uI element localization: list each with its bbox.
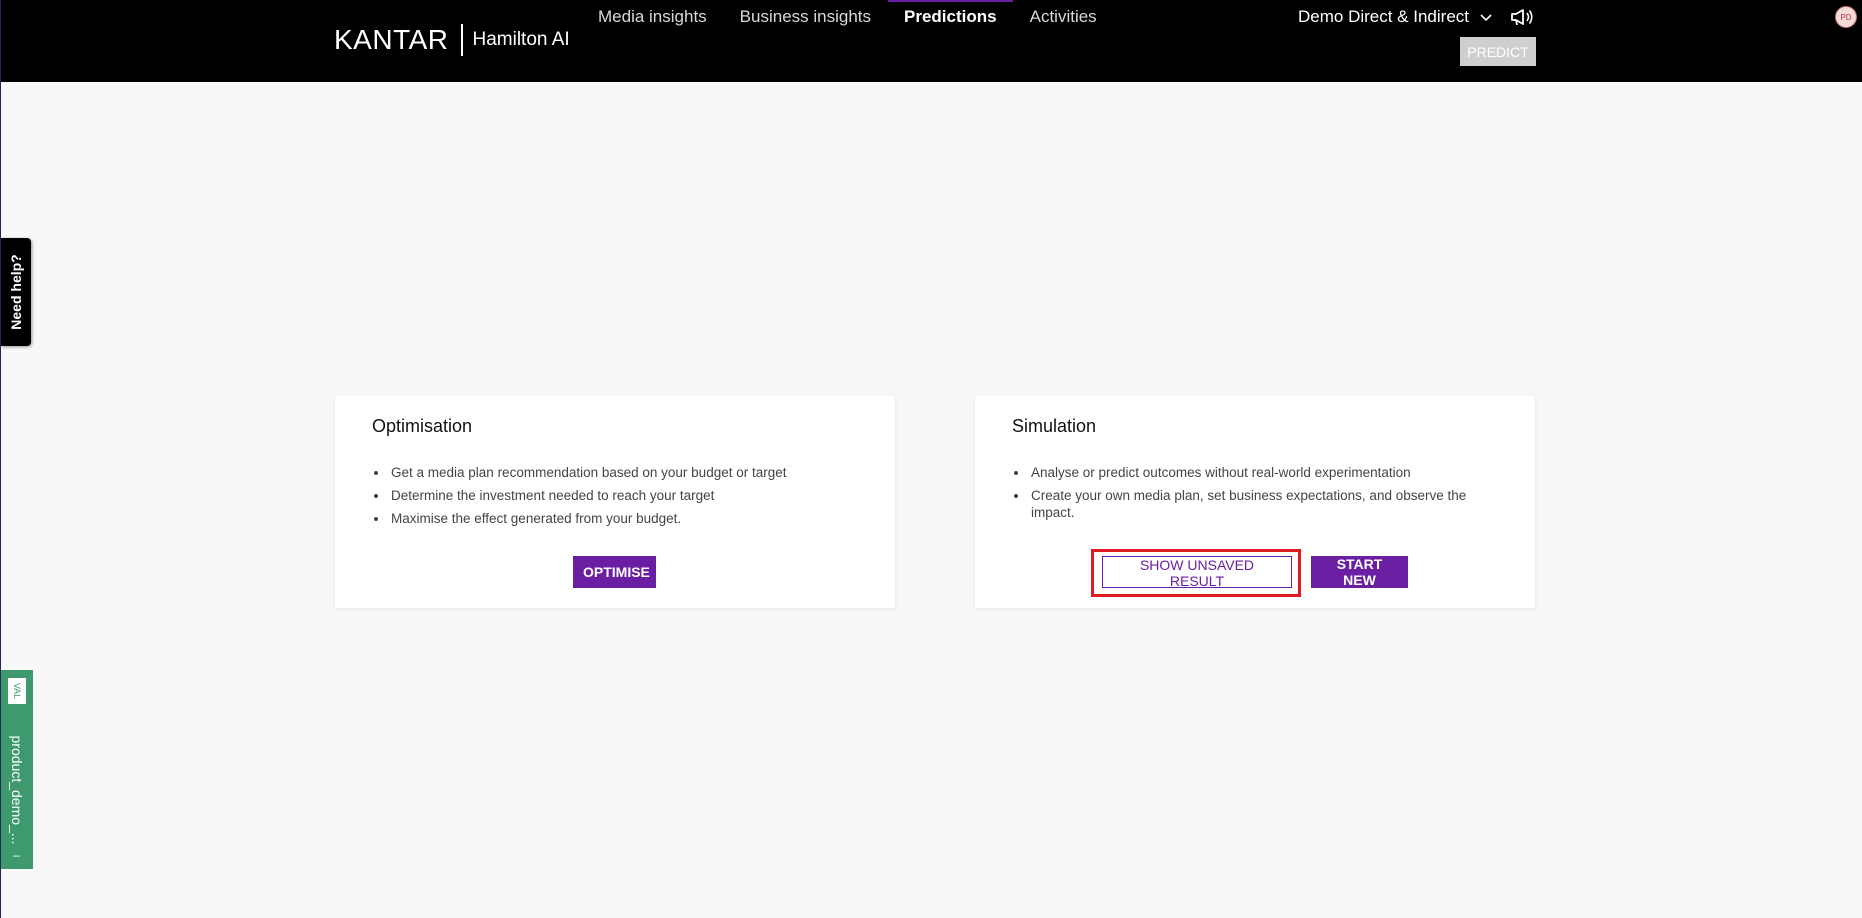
list-item: Get a media plan recommendation based on… [389, 464, 859, 481]
nav-media-insights[interactable]: Media insights [598, 0, 707, 36]
simulation-title: Simulation [1012, 416, 1097, 436]
show-unsaved-result-button[interactable]: SHOW UNSAVED RESULT [1102, 556, 1292, 589]
avatar[interactable]: PD [1835, 6, 1857, 28]
optimise-button[interactable]: OPTIMISE [573, 556, 656, 588]
logo-product: Hamilton AI [472, 29, 570, 50]
optimisation-card: Optimisation Get a media plan recommenda… [335, 396, 895, 608]
logo-divider [460, 24, 463, 56]
simulation-bullets: Analyse or predict outcomes without real… [1029, 464, 1499, 527]
nav-predictions[interactable]: Predictions [888, 0, 1013, 36]
nav-business-insights[interactable]: Business insights [740, 0, 871, 36]
simulation-card: Simulation Analyse or predict outcomes w… [975, 396, 1535, 608]
list-item: Maximise the effect generated from your … [389, 510, 859, 527]
optimisation-bullets: Get a media plan recommendation based on… [389, 464, 859, 533]
optimisation-title: Optimisation [372, 416, 473, 436]
environment-tab[interactable]: VAL product_demo_... [1, 670, 33, 869]
environment-collapse[interactable]: – [13, 848, 20, 862]
nav-activities[interactable]: Activities [1030, 0, 1097, 36]
megaphone-icon[interactable] [1509, 6, 1535, 28]
list-item: Analyse or predict outcomes without real… [1029, 464, 1499, 481]
need-help-tab[interactable]: Need help? [1, 238, 31, 346]
environment-label: product_demo_... [9, 735, 25, 845]
chevron-down-icon [1480, 14, 1492, 22]
start-new-button[interactable]: START NEW [1311, 556, 1408, 588]
account-label: Demo Direct & Indirect [1298, 7, 1469, 26]
predict-button[interactable]: PREDICT [1460, 37, 1536, 66]
kantar-logo[interactable]: KANTAR Hamilton AI [334, 24, 570, 56]
list-item: Determine the investment needed to reach… [389, 487, 859, 504]
main-nav: Media insights Business insights Predict… [598, 0, 1130, 36]
top-header: KANTAR Hamilton AI Media insights Busine… [1, 0, 1862, 82]
logo-brand: KANTAR [334, 24, 449, 55]
need-help-label: Need help? [8, 254, 24, 330]
list-item: Create your own media plan, set business… [1029, 487, 1499, 521]
environment-badge-label: VAL [12, 682, 22, 700]
page: KANTAR Hamilton AI Media insights Busine… [0, 0, 1862, 918]
environment-badge: VAL [8, 678, 26, 704]
account-selector[interactable]: Demo Direct & Indirect [1298, 7, 1495, 27]
